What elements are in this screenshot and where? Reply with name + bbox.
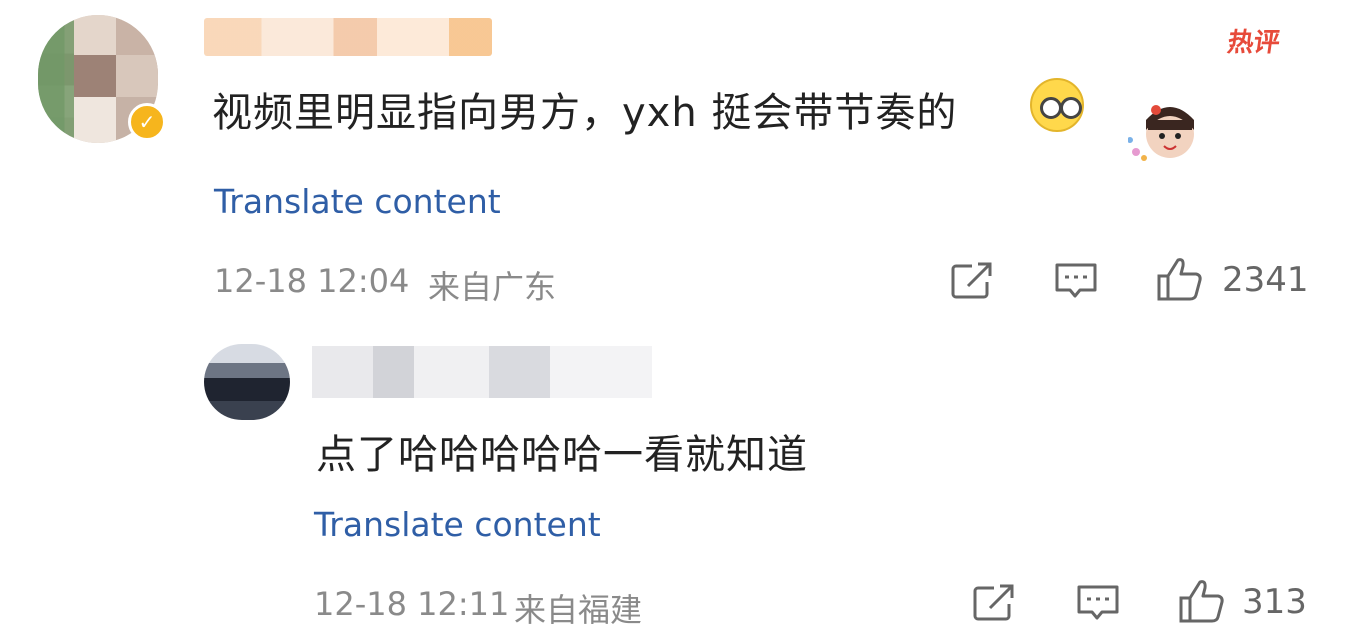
like-icon[interactable] [1156, 256, 1204, 302]
share-icon[interactable] [950, 262, 994, 300]
comment-date: 12-18 12:04 [214, 262, 410, 300]
reply-like-count: 313 [1242, 582, 1307, 622]
commenter-username-blurred[interactable] [204, 18, 492, 56]
comment-text: 视频里明显指向男方，yxh 挺会带节奏的 [212, 90, 958, 136]
reply-date: 12-18 12:11 [314, 585, 510, 623]
replier-username-blurred[interactable] [312, 346, 652, 398]
hot-comment-badge: 热评 [1225, 28, 1282, 58]
cartoon-sticker-icon [1128, 105, 1194, 161]
comment-icon[interactable] [1054, 262, 1098, 300]
reply-text: 点了哈哈哈哈哈一看就知道 [316, 432, 808, 478]
comment-location: 来自广东 [428, 268, 557, 306]
emoji-glasses-icon [1030, 78, 1084, 132]
reply-share-icon[interactable] [972, 584, 1016, 622]
reply-like-icon[interactable] [1178, 578, 1226, 624]
replier-avatar[interactable] [204, 344, 290, 420]
translate-link[interactable]: Translate content [214, 182, 501, 221]
like-count: 2341 [1222, 260, 1309, 300]
reply-comment-icon[interactable] [1076, 584, 1120, 622]
reply-translate-link[interactable]: Translate content [314, 505, 601, 544]
verified-badge-icon: ✓ [128, 103, 166, 141]
reply-location: 来自福建 [514, 591, 643, 629]
